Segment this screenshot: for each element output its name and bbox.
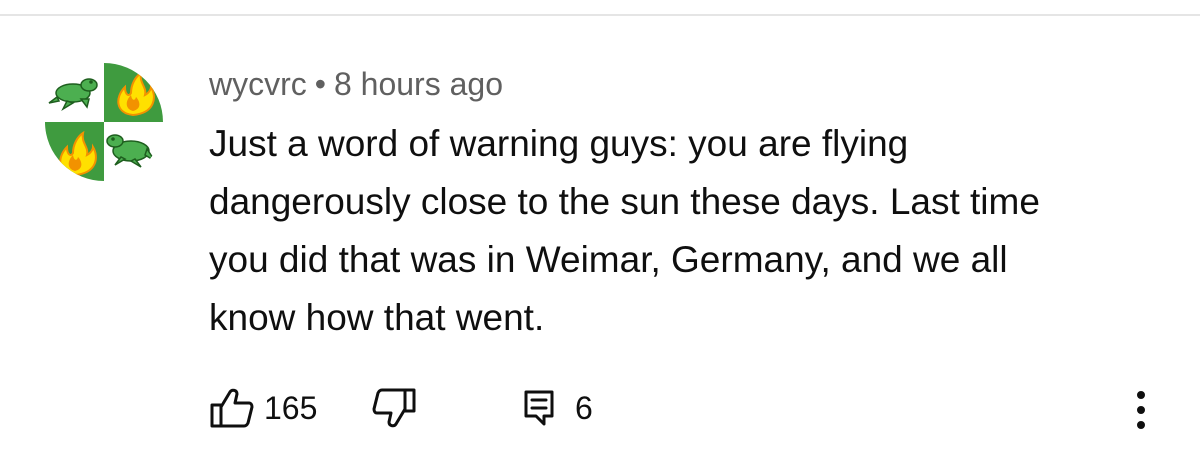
thumbs-up-icon bbox=[210, 388, 254, 428]
avatar[interactable] bbox=[45, 63, 163, 181]
reply-icon bbox=[524, 390, 554, 426]
more-vertical-icon bbox=[1137, 391, 1145, 429]
frog-fire-quartered-shield-icon bbox=[45, 63, 163, 181]
comment-timestamp[interactable]: 8 hours ago bbox=[334, 66, 503, 102]
reply-count: 6 bbox=[575, 390, 593, 426]
like-count: 165 bbox=[264, 390, 318, 426]
like-button[interactable]: 165 bbox=[210, 388, 317, 428]
comment-line: dangerously close to the sun these days.… bbox=[209, 181, 1040, 222]
header-separator: • bbox=[314, 66, 326, 102]
comment-line: you did that was in Weimar, Germany, and… bbox=[209, 239, 1008, 280]
comment-line: know how that went. bbox=[209, 297, 545, 338]
comment-line: Just a word of warning guys: you are fly… bbox=[209, 123, 909, 164]
thumbs-down-icon bbox=[372, 388, 416, 428]
comment-text: Just a word of warning guys: you are fly… bbox=[209, 115, 1169, 347]
author-name[interactable]: wycvrc bbox=[209, 66, 307, 102]
top-divider bbox=[0, 14, 1200, 16]
comment-header: wycvrc • 8 hours ago bbox=[209, 64, 503, 104]
dislike-button[interactable] bbox=[372, 388, 416, 428]
more-actions-button[interactable] bbox=[1134, 388, 1148, 432]
comment-actions: 165 6 bbox=[0, 384, 1200, 434]
reply-button[interactable]: 6 bbox=[523, 388, 593, 428]
